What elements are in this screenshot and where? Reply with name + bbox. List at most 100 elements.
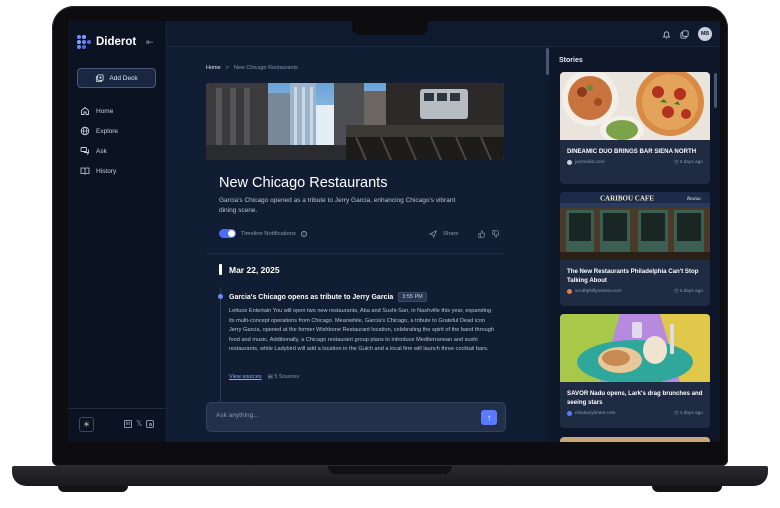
breadcrumb-separator: > <box>225 65 229 71</box>
globe-icon <box>80 126 90 136</box>
sidebar-item-ask[interactable]: Ask <box>80 141 118 161</box>
stories-heading: Stories <box>559 57 583 64</box>
laptop-foot-left <box>58 486 128 492</box>
info-icon[interactable]: i <box>300 230 307 237</box>
clock-icon: ◷ <box>673 289 679 294</box>
screen: Diderot ⇤ Add Deck Home Explore Ask Hist… <box>68 21 720 442</box>
story-card[interactable]: DINEAMIC DUO BRINGS BAR SIENA NORTH jacm… <box>560 72 710 184</box>
instagram-icon[interactable] <box>146 420 155 428</box>
sources-count-label: 5 Sources <box>274 374 300 380</box>
sidebar-item-home[interactable]: Home <box>80 101 118 121</box>
story-source-label: jacmedia.com <box>575 160 605 165</box>
story-image <box>560 314 710 382</box>
story-image <box>560 72 710 140</box>
document-icon: ▤ <box>267 374 273 380</box>
ask-bar: ↑ <box>206 402 506 432</box>
breadcrumb-current: New Chicago Restaurants <box>233 65 298 71</box>
story-title: DINEAMIC DUO BRINGS BAR SIENA NORTH <box>567 148 697 155</box>
story-card[interactable]: SAVOR Nadu opens, Lark's drag brunches a… <box>560 314 710 428</box>
thumbs-down-icon[interactable] <box>492 230 500 238</box>
story-title: SAVOR Nadu opens, Lark's drag brunches a… <box>567 390 703 406</box>
story-card[interactable]: CARIBOU CAFE Restau The New Restaurants … <box>560 192 710 306</box>
add-deck-icon <box>96 73 104 82</box>
story-time: ◷ 3 days ago <box>674 160 703 165</box>
collapse-sidebar-icon[interactable]: ⇤ <box>146 37 154 48</box>
sources-row: View sources ▤ 5 Sources <box>229 374 299 380</box>
arrow-up-icon: ↑ <box>487 413 491 422</box>
share-button[interactable]: Share <box>443 231 458 237</box>
send-button[interactable]: ↑ <box>481 410 497 425</box>
chicago-train-photo <box>206 83 504 160</box>
event-time-badge: 3:55 PM <box>398 292 427 302</box>
story-source-label: elindaciytimes.com <box>575 411 616 416</box>
timeline-line <box>220 287 221 407</box>
stories-scrollbar[interactable] <box>714 73 717 108</box>
laptop-base-notch <box>328 466 452 474</box>
story-title: The New Restaurants Philadelphia Can't S… <box>567 268 699 284</box>
deck-switch-icon[interactable] <box>680 29 689 39</box>
theme-toggle-button[interactable]: ☀ <box>79 417 94 432</box>
date-marker <box>219 264 222 275</box>
camera-notch <box>352 21 428 35</box>
story-card[interactable] <box>560 437 710 442</box>
sidebar-footer: ☀ in 𝕏 <box>68 408 167 442</box>
top-bar-actions: MB <box>662 27 712 41</box>
event-title-text: Garcia's Chicago opens as tribute to Jer… <box>229 293 394 301</box>
story-time: ◷ 3 days ago <box>674 289 703 294</box>
x-icon[interactable]: 𝕏 <box>136 420 142 428</box>
story-image: CARIBOU CAFE Restau <box>560 192 710 260</box>
sidebar: Diderot ⇤ Add Deck Home Explore Ask Hist… <box>68 21 167 442</box>
story-time: ◷ 4 days ago <box>674 411 703 416</box>
laptop-frame: Diderot ⇤ Add Deck Home Explore Ask Hist… <box>0 0 780 508</box>
caribou-sign-2: Restau <box>686 197 701 202</box>
notifications-toggle[interactable] <box>219 229 236 238</box>
story-time-label: 3 days ago <box>679 289 703 294</box>
home-icon <box>81 106 89 115</box>
timeline-notifications: Timeline Notifications i <box>219 229 307 238</box>
sidebar-item-label: Home <box>96 107 114 115</box>
main-content: Home > New Chicago Restaurants New Chica… <box>167 47 545 442</box>
sidebar-nav: Home Explore Ask History <box>80 101 118 181</box>
notifications-label: Timeline Notifications <box>241 230 296 237</box>
caribou-sign: CARIBOU CAFE <box>600 195 654 203</box>
sources-count: ▤ 5 Sources <box>268 374 300 380</box>
source-favicon-icon <box>567 289 572 294</box>
diderot-logo-icon <box>77 35 91 49</box>
social-links: in 𝕏 <box>124 420 155 428</box>
sidebar-item-label: Explore <box>96 127 119 135</box>
avatar[interactable]: MB <box>698 27 712 41</box>
event-body: Lettuce Entertain You will open two new … <box>229 308 494 352</box>
story-time-label: 4 days ago <box>679 411 703 416</box>
top-bar: MB <box>167 21 720 47</box>
sidebar-item-explore[interactable]: Explore <box>80 121 118 141</box>
brand[interactable]: Diderot <box>77 35 136 49</box>
story-source: jacmedia.com <box>567 160 605 165</box>
chat-icon <box>80 147 89 155</box>
clock-icon: ◷ <box>673 411 679 416</box>
app-name: Diderot <box>96 36 137 48</box>
sun-icon: ☀ <box>82 420 91 429</box>
story-source: elindaciytimes.com <box>567 411 616 416</box>
source-favicon-icon <box>567 160 572 165</box>
ask-input[interactable] <box>216 412 456 419</box>
story-time-label: 3 days ago <box>679 160 703 165</box>
add-deck-label: Add Deck <box>109 74 138 82</box>
divider <box>206 253 504 254</box>
hero-image <box>206 83 504 160</box>
bell-icon[interactable] <box>662 30 671 39</box>
story-meta: elindaciytimes.com ◷ 4 days ago <box>560 407 710 416</box>
view-sources-link[interactable]: View sources <box>229 374 262 380</box>
breadcrumb-home[interactable]: Home <box>206 65 221 71</box>
breadcrumb: Home > New Chicago Restaurants <box>206 65 298 71</box>
add-deck-button[interactable]: Add Deck <box>77 68 156 88</box>
linkedin-icon[interactable]: in <box>124 420 132 428</box>
story-source: southphillyreview.com <box>567 289 622 294</box>
sidebar-item-history[interactable]: History <box>80 161 118 181</box>
page-title: New Chicago Restaurants <box>219 175 388 191</box>
thumbs-up-icon[interactable] <box>478 230 486 238</box>
story-source-label: southphillyreview.com <box>575 289 622 294</box>
share-icon[interactable] <box>429 230 437 238</box>
timeline-date: Mar 22, 2025 <box>229 265 280 275</box>
page-subtitle: Garcia's Chicago opened as a tribute to … <box>219 197 456 214</box>
clock-icon: ◷ <box>673 160 679 165</box>
